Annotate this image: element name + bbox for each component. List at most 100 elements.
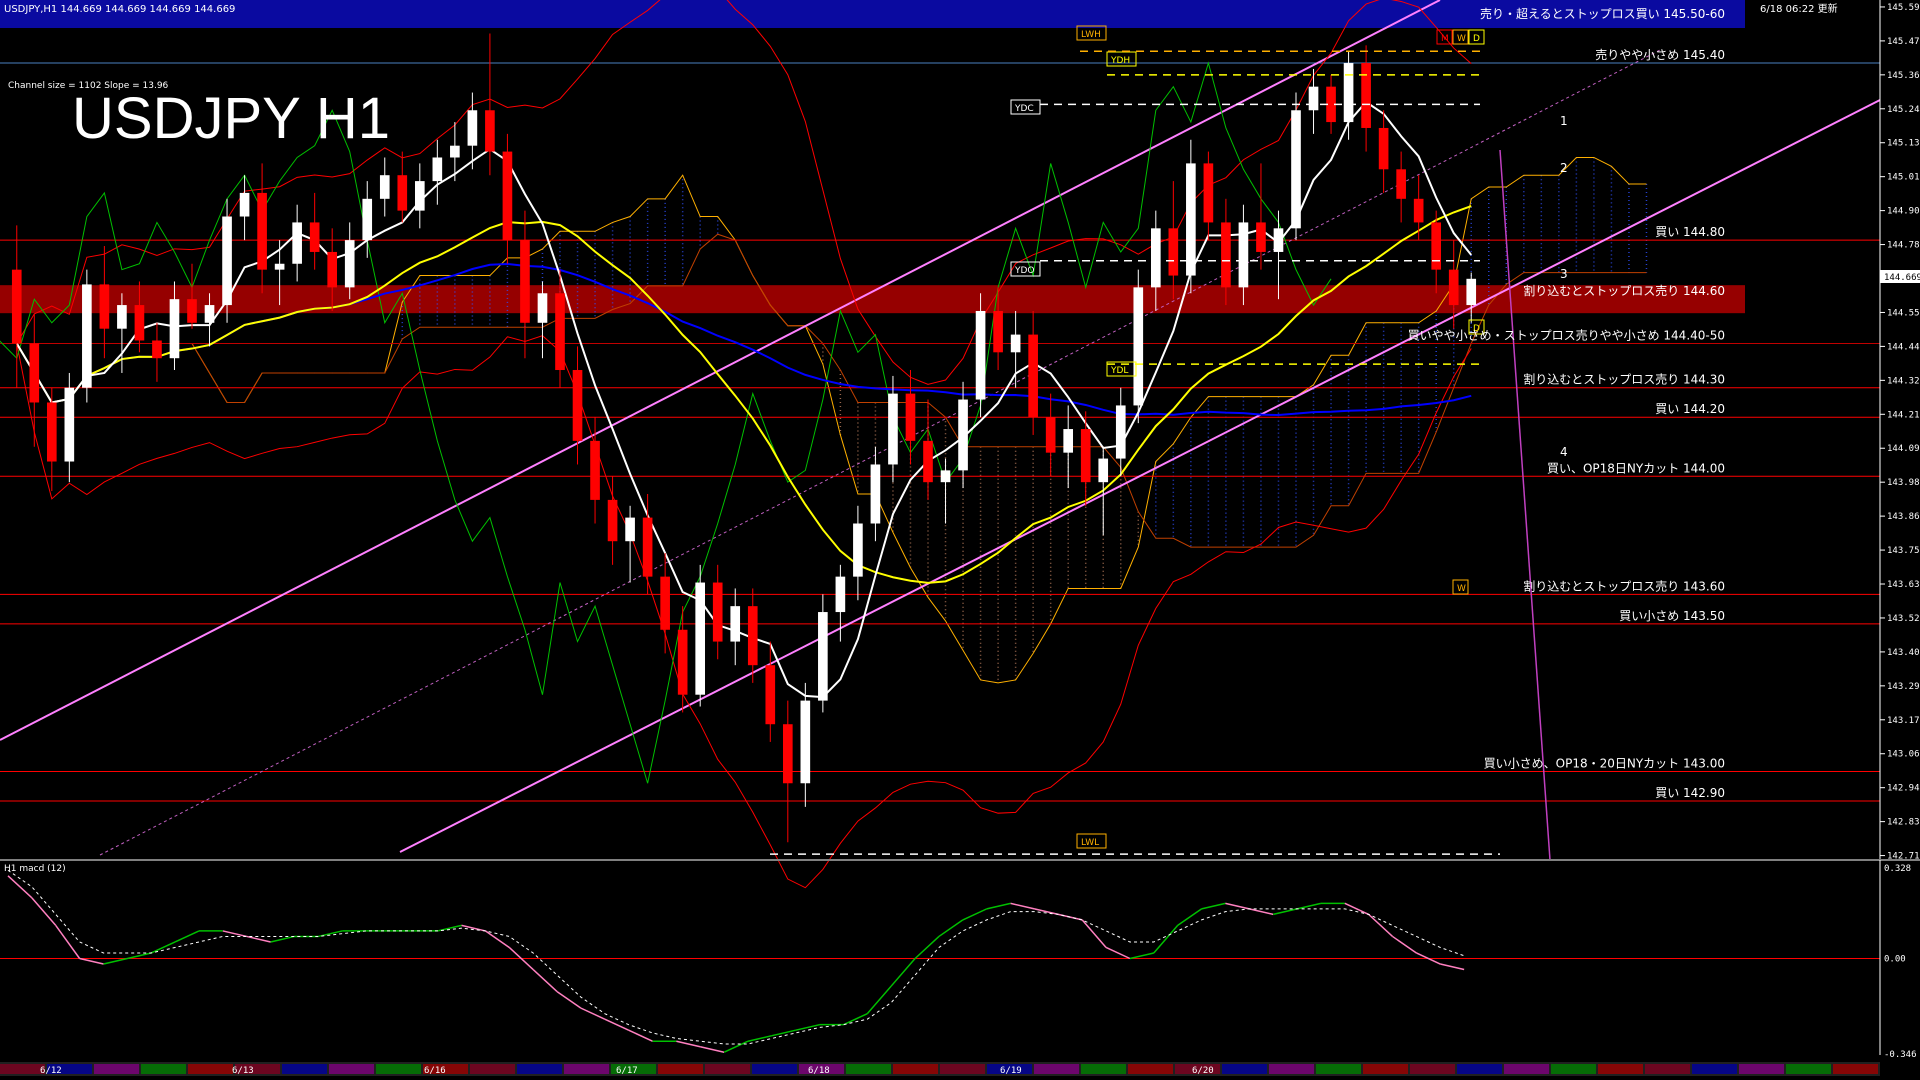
candle-body — [309, 222, 320, 252]
candle-body — [1466, 278, 1477, 306]
price-tick-label: 145.245 — [1887, 105, 1920, 115]
price-tick-label: 145.130 — [1887, 139, 1920, 149]
candle-body — [1186, 163, 1196, 276]
level-label: 買い、OP18日NYカット 144.00 — [1547, 461, 1725, 475]
candle-body — [502, 151, 513, 241]
level-label: 割り込むとストップロス売り 143.60 — [1523, 578, 1725, 593]
candle-body — [239, 192, 250, 217]
candle-body — [152, 340, 162, 359]
macd-tick-label: 0.00 — [1884, 955, 1906, 965]
candle-body — [870, 464, 881, 524]
session-block — [94, 1064, 139, 1074]
macd-tick-label: -0.346 — [1884, 1050, 1917, 1060]
candle-body — [537, 293, 548, 323]
session-block — [1645, 1064, 1690, 1074]
wave-number: 2 — [1560, 161, 1568, 175]
price-axis-bg — [1880, 0, 1920, 860]
marker-label: YDL — [1110, 366, 1128, 376]
session-block — [1598, 1064, 1643, 1074]
candle-body — [572, 370, 583, 441]
price-tick-label: 145.590 — [1887, 3, 1920, 13]
trading-chart[interactable]: LWHYDHYDCYDOYDLLWLMWDDW1234 145.590145.4… — [0, 0, 1920, 1080]
session-block — [188, 1064, 233, 1074]
session-block — [1128, 1064, 1173, 1074]
price-tick-label: 143.750 — [1887, 546, 1920, 556]
candle-body — [1010, 334, 1021, 353]
marker-label: YDO — [1014, 266, 1035, 276]
candle-body — [1256, 222, 1266, 252]
candle-body — [695, 582, 706, 695]
wave-number: 1 — [1560, 114, 1568, 128]
candle-body — [1115, 405, 1126, 459]
candle-body — [379, 175, 390, 199]
candle-body — [642, 517, 653, 577]
price-tick-label: 143.865 — [1887, 512, 1920, 522]
candle-body — [1431, 222, 1442, 270]
candle-body — [730, 606, 741, 642]
candle-body — [590, 440, 600, 500]
session-block — [1692, 1064, 1737, 1074]
session-block — [329, 1064, 374, 1074]
candle-body — [660, 576, 670, 630]
candle-body — [64, 387, 75, 462]
candle-body — [222, 216, 232, 306]
candle-body — [29, 343, 40, 403]
marker-label: YDH — [1110, 56, 1130, 66]
candle-body — [1378, 127, 1389, 170]
wave-number: 3 — [1560, 267, 1568, 281]
candle-body — [169, 299, 180, 359]
date-label: 6/19 — [1000, 1066, 1022, 1076]
candle-body — [1045, 417, 1056, 453]
candle-body — [555, 293, 565, 371]
candle-body — [1080, 429, 1091, 483]
price-tick-label: 143.290 — [1887, 682, 1920, 692]
date-label: 6/18 — [808, 1066, 830, 1076]
marker-label: W — [1457, 584, 1466, 594]
chart-title: USDJPY H1 — [72, 86, 390, 151]
session-block — [1504, 1064, 1549, 1074]
price-tick-label: 143.060 — [1887, 750, 1920, 760]
session-block — [846, 1064, 891, 1074]
session-block — [141, 1064, 186, 1074]
price-tick-label: 142.945 — [1887, 784, 1920, 794]
candle-body — [975, 310, 986, 400]
price-tick-label: 144.440 — [1887, 342, 1920, 352]
marker-label: M — [1441, 34, 1449, 44]
session-block — [1786, 1064, 1831, 1074]
symbol-line: USDJPY,H1 144.669 144.669 144.669 144.66… — [4, 4, 235, 15]
candle-body — [818, 612, 828, 701]
candle-body — [1361, 63, 1371, 128]
candle-body — [993, 310, 1003, 353]
session-block — [1739, 1064, 1784, 1074]
candle-body — [1168, 228, 1179, 276]
candle-body — [362, 198, 373, 241]
candle-body — [274, 263, 285, 270]
session-block — [893, 1064, 938, 1074]
session-block — [1363, 1064, 1408, 1074]
candle-body — [1203, 163, 1214, 223]
candle-body — [520, 240, 530, 323]
candle-body — [485, 110, 495, 152]
timestamp: 6/18 06:22 更新 — [1760, 2, 1838, 15]
candle-body — [747, 606, 758, 666]
macd-label: H1 macd (12) — [4, 864, 66, 874]
candle-body — [432, 157, 443, 182]
candle-body — [467, 110, 478, 146]
level-label: 割り込むとストップロス売り 144.30 — [1523, 372, 1725, 387]
candle-body — [607, 499, 618, 542]
candle-body — [1063, 429, 1074, 453]
candle-body — [940, 470, 951, 483]
candle-body — [1098, 458, 1109, 483]
level-label: 売りやや小さめ 145.40 — [1595, 47, 1725, 62]
candle-body — [134, 305, 145, 341]
level-label: 売り・超えるとストップロス買い 145.50-60 — [1480, 6, 1725, 21]
session-block — [940, 1064, 985, 1074]
candle-body — [1291, 110, 1301, 229]
price-tick-label: 144.555 — [1887, 308, 1920, 318]
price-tick-label: 143.405 — [1887, 648, 1920, 658]
session-block — [1833, 1064, 1878, 1074]
date-label: 6/20 — [1192, 1066, 1214, 1076]
session-block — [0, 1064, 45, 1074]
date-label: 6/12 — [40, 1066, 62, 1076]
price-tick-label: 144.210 — [1887, 410, 1920, 420]
